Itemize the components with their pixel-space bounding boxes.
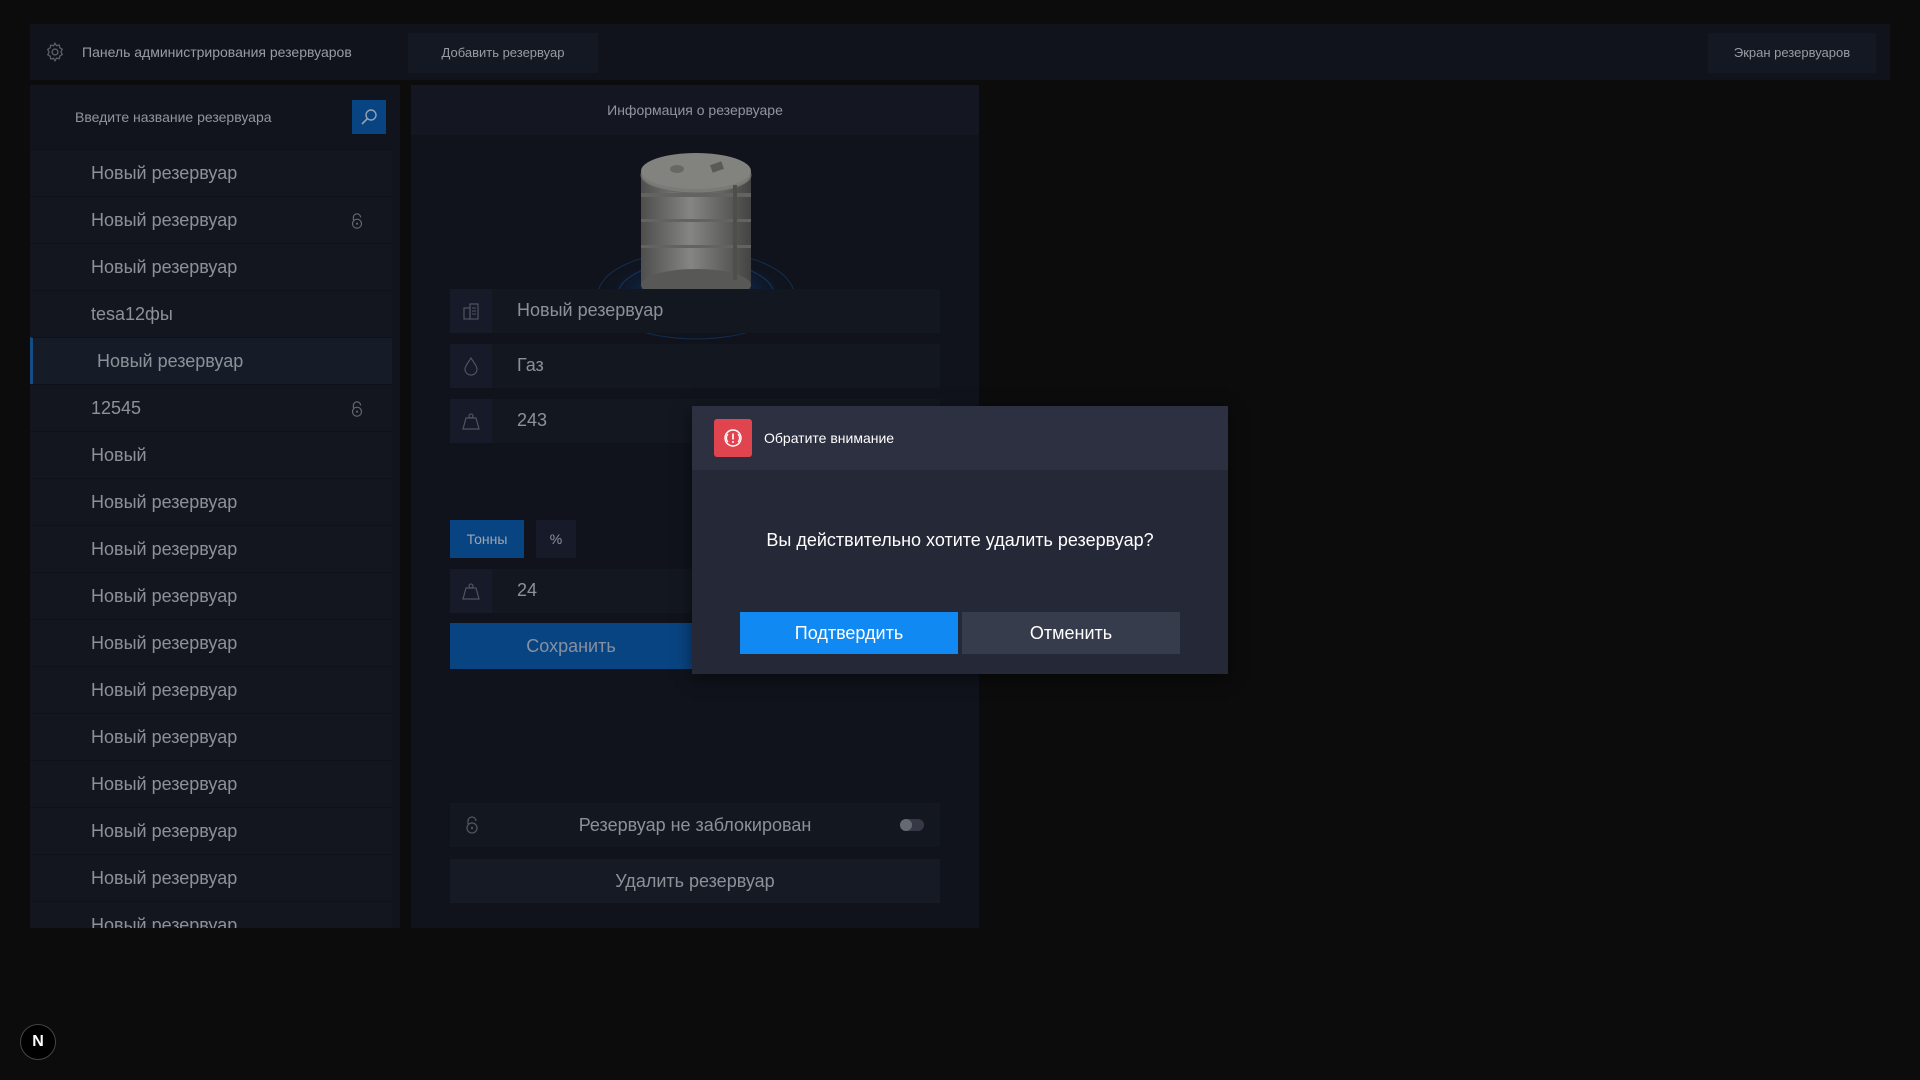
dialog-title: Обратите внимание xyxy=(764,430,895,446)
warning-icon xyxy=(724,429,742,447)
cancel-button[interactable]: Отменить xyxy=(962,612,1180,654)
dev-badge[interactable]: N xyxy=(20,1024,56,1060)
dialog-header: Обратите внимание xyxy=(692,406,1228,470)
confirm-button[interactable]: Подтвердить xyxy=(740,612,958,654)
dialog-message: Вы действительно хотите удалить резервуа… xyxy=(766,530,1154,550)
confirm-dialog: Обратите внимание Вы действительно хотит… xyxy=(692,406,1228,674)
